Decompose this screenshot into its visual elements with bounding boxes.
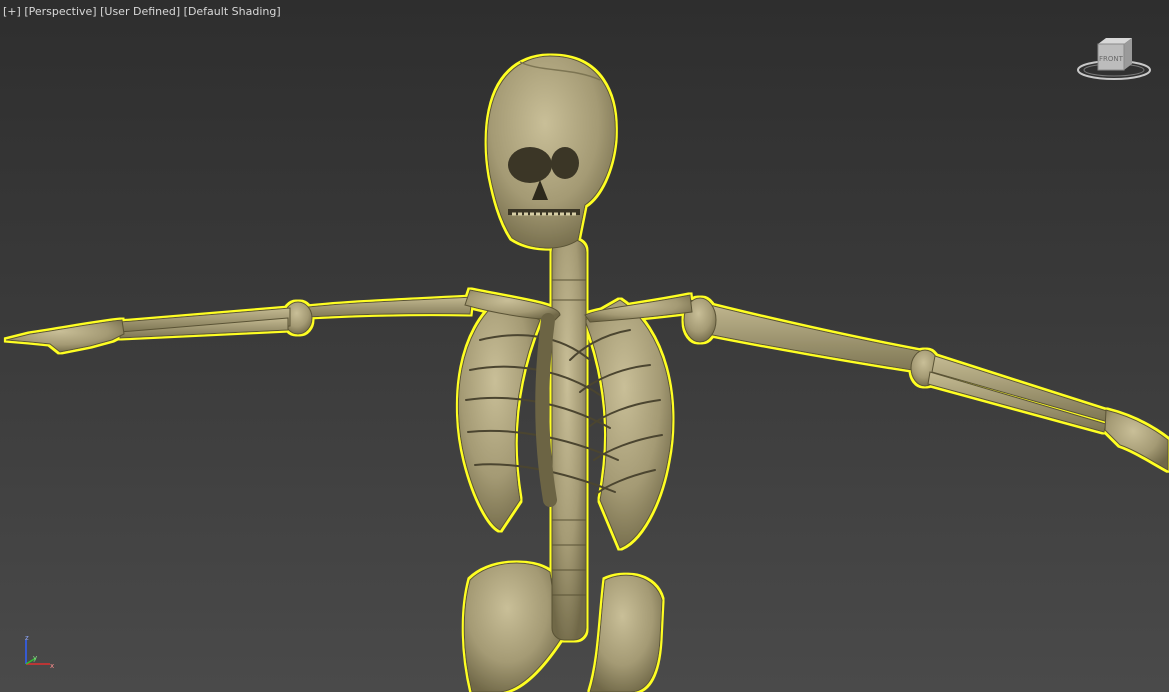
- right-arm-bones: [683, 297, 1169, 471]
- axis-tripod-icon: z y x: [25, 634, 54, 670]
- skeleton-model[interactable]: [0, 0, 1169, 692]
- viewcube-icon[interactable]: FRONT: [1076, 34, 1152, 86]
- axis-x-label: x: [50, 662, 54, 670]
- perspective-viewport[interactable]: [+] [Perspective] [User Defined] [Defaul…: [0, 0, 1169, 692]
- viewcube-face-label: FRONT: [1099, 55, 1124, 63]
- left-arm-bones: [5, 296, 473, 353]
- axis-z-label: z: [25, 634, 29, 642]
- skull: [486, 55, 616, 249]
- axis-y-label: y: [33, 654, 37, 662]
